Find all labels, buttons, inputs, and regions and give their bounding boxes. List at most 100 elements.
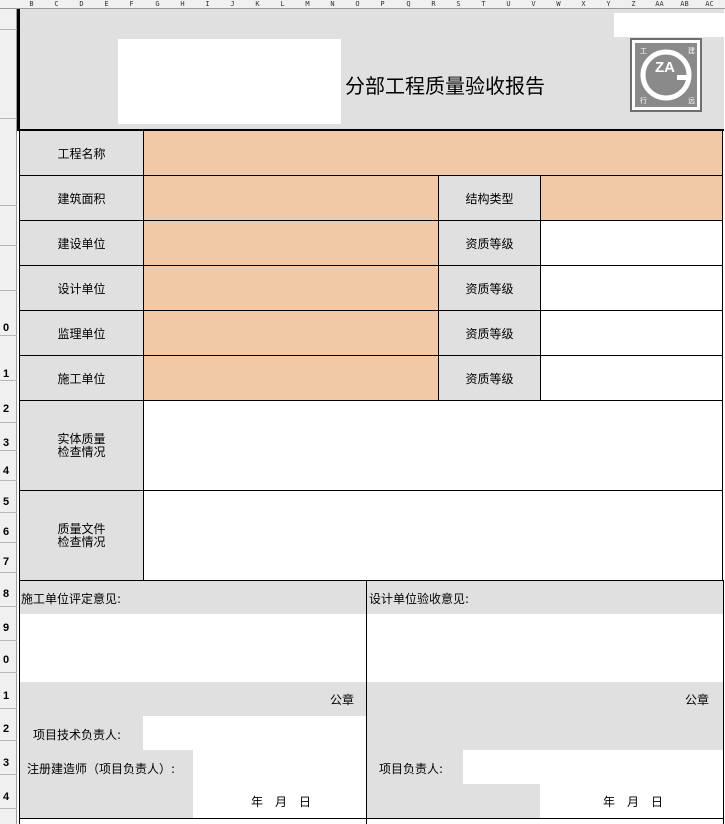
column-header-cell[interactable]: Y bbox=[596, 0, 621, 8]
column-header-cell[interactable]: S bbox=[446, 0, 471, 8]
label-construction-unit: 施工单位 bbox=[19, 355, 144, 401]
column-header-cell[interactable]: J bbox=[220, 0, 245, 8]
tech-lead-input[interactable] bbox=[143, 716, 366, 750]
row-header-divider bbox=[0, 512, 17, 513]
sheet-left-border bbox=[17, 9, 20, 129]
logo-br-text: 远 bbox=[688, 97, 695, 105]
column-header-cell[interactable]: X bbox=[571, 0, 596, 8]
column-header-cell[interactable]: M bbox=[295, 0, 320, 8]
top-right-blank-box[interactable] bbox=[614, 13, 724, 37]
row-header-cell[interactable]: 5 bbox=[0, 496, 12, 508]
column-header-cell[interactable]: N bbox=[320, 0, 345, 8]
label-supervision-unit: 监理单位 bbox=[19, 310, 144, 356]
row-header-divider bbox=[0, 774, 17, 775]
column-header-cell[interactable]: F bbox=[119, 0, 144, 8]
column-header-cell[interactable]: D bbox=[69, 0, 94, 8]
label-building-area: 建筑面积 bbox=[19, 175, 144, 221]
label-owner-unit: 建设单位 bbox=[19, 220, 144, 266]
design-date: 年 月 日 bbox=[603, 795, 664, 809]
page-title: 分部工程质量验收报告 bbox=[345, 74, 545, 98]
label-construction-qualification: 资质等级 bbox=[438, 355, 541, 401]
column-header-cell[interactable]: L bbox=[270, 0, 295, 8]
row-header-cell[interactable]: 6 bbox=[0, 526, 12, 538]
column-header-cell[interactable]: AB bbox=[672, 0, 697, 8]
column-header-cell[interactable]: U bbox=[496, 0, 521, 8]
column-header-cell[interactable]: K bbox=[245, 0, 270, 8]
input-owner-qualification[interactable] bbox=[540, 220, 723, 266]
row-header-cell[interactable]: 7 bbox=[0, 556, 12, 568]
row-header-cell[interactable]: 0 bbox=[0, 322, 12, 334]
registered-engineer-label: 注册建造师（项目负责人）: bbox=[27, 762, 176, 776]
input-construction-qualification[interactable] bbox=[540, 355, 723, 401]
title-blank-box[interactable] bbox=[118, 39, 341, 124]
column-header-cell[interactable]: G bbox=[145, 0, 170, 8]
row-header-divider bbox=[0, 380, 17, 381]
column-header-cell[interactable]: Z bbox=[621, 0, 646, 8]
input-construction-unit[interactable] bbox=[143, 355, 439, 401]
row-header-cell[interactable]: 0 bbox=[0, 654, 12, 666]
input-owner-unit[interactable] bbox=[143, 220, 439, 266]
input-project-name[interactable] bbox=[143, 130, 723, 176]
column-header-cell[interactable]: E bbox=[94, 0, 119, 8]
column-header-cell[interactable]: Q bbox=[396, 0, 421, 8]
input-supervision-unit[interactable] bbox=[143, 310, 439, 356]
tech-lead-label: 项目技术负责人: bbox=[33, 728, 122, 742]
za-gear-logo-icon: ZA 工 建 行 远 bbox=[630, 38, 702, 112]
design-seal-row bbox=[367, 682, 723, 750]
column-header-cell[interactable]: B bbox=[19, 0, 44, 8]
row-header-divider bbox=[0, 672, 17, 673]
input-physical-quality[interactable] bbox=[143, 400, 723, 491]
row-header-divider bbox=[0, 640, 17, 641]
row-header-cell[interactable]: 1 bbox=[0, 690, 12, 702]
column-header-cell[interactable]: AC bbox=[697, 0, 722, 8]
column-header-cell[interactable]: I bbox=[195, 0, 220, 8]
label-doc-quality-line1: 质量文件 bbox=[57, 521, 106, 536]
row-header-divider bbox=[0, 808, 17, 809]
table-bottom-border bbox=[19, 818, 724, 819]
column-header-cell[interactable]: H bbox=[170, 0, 195, 8]
row-header-cell[interactable]: 3 bbox=[0, 757, 12, 769]
row-header-bar: 0 1 2 3 4 5 6 7 8 9 0 1 2 3 4 bbox=[0, 9, 17, 824]
column-header-cell[interactable]: AA bbox=[647, 0, 672, 8]
row-header-divider bbox=[0, 335, 17, 336]
construction-opinion-title: 施工单位评定意见: bbox=[21, 592, 122, 606]
construction-opinion-input[interactable] bbox=[20, 614, 366, 682]
column-header-cell[interactable]: W bbox=[546, 0, 571, 8]
row-header-cell[interactable]: 9 bbox=[0, 622, 12, 634]
column-header-cell[interactable]: P bbox=[370, 0, 395, 8]
row-header-cell[interactable]: 1 bbox=[0, 368, 12, 380]
row-header-cell[interactable]: 3 bbox=[0, 437, 12, 449]
row-header-cell[interactable]: 2 bbox=[0, 723, 12, 735]
column-header-cell[interactable]: T bbox=[471, 0, 496, 8]
input-design-unit[interactable] bbox=[143, 265, 439, 311]
construction-seal-row bbox=[20, 682, 366, 716]
logo-bl-text: 行 bbox=[640, 97, 647, 105]
column-header-cell[interactable]: V bbox=[521, 0, 546, 8]
logo-tl-text: 工 bbox=[640, 47, 647, 55]
row-header-divider bbox=[0, 118, 17, 119]
input-supervision-qualification[interactable] bbox=[540, 310, 723, 356]
row-header-divider bbox=[0, 245, 17, 246]
design-opinion-input[interactable] bbox=[367, 614, 723, 682]
label-project-name: 工程名称 bbox=[19, 130, 144, 176]
row-header-divider bbox=[0, 572, 17, 573]
design-opinion-title: 设计单位验收意见: bbox=[369, 592, 470, 606]
column-header-cell[interactable]: O bbox=[345, 0, 370, 8]
column-header-cell[interactable]: R bbox=[421, 0, 446, 8]
design-date-gap bbox=[463, 784, 540, 818]
row-header-cell[interactable]: 2 bbox=[0, 403, 12, 415]
design-seal-label: 公章 bbox=[685, 693, 710, 707]
input-design-qualification[interactable] bbox=[540, 265, 723, 311]
input-structure-type[interactable] bbox=[540, 175, 723, 221]
row-header-divider bbox=[0, 450, 17, 451]
input-building-area[interactable] bbox=[143, 175, 439, 221]
row-header-divider bbox=[0, 708, 17, 709]
input-doc-quality[interactable] bbox=[143, 490, 723, 581]
project-lead-input[interactable] bbox=[463, 750, 723, 784]
logo-tr-text: 建 bbox=[688, 47, 695, 55]
row-header-cell[interactable]: 4 bbox=[0, 465, 12, 477]
column-header-cell[interactable]: C bbox=[44, 0, 69, 8]
label-design-qualification: 资质等级 bbox=[438, 265, 541, 311]
row-header-cell[interactable]: 4 bbox=[0, 791, 12, 803]
row-header-cell[interactable]: 8 bbox=[0, 588, 12, 600]
